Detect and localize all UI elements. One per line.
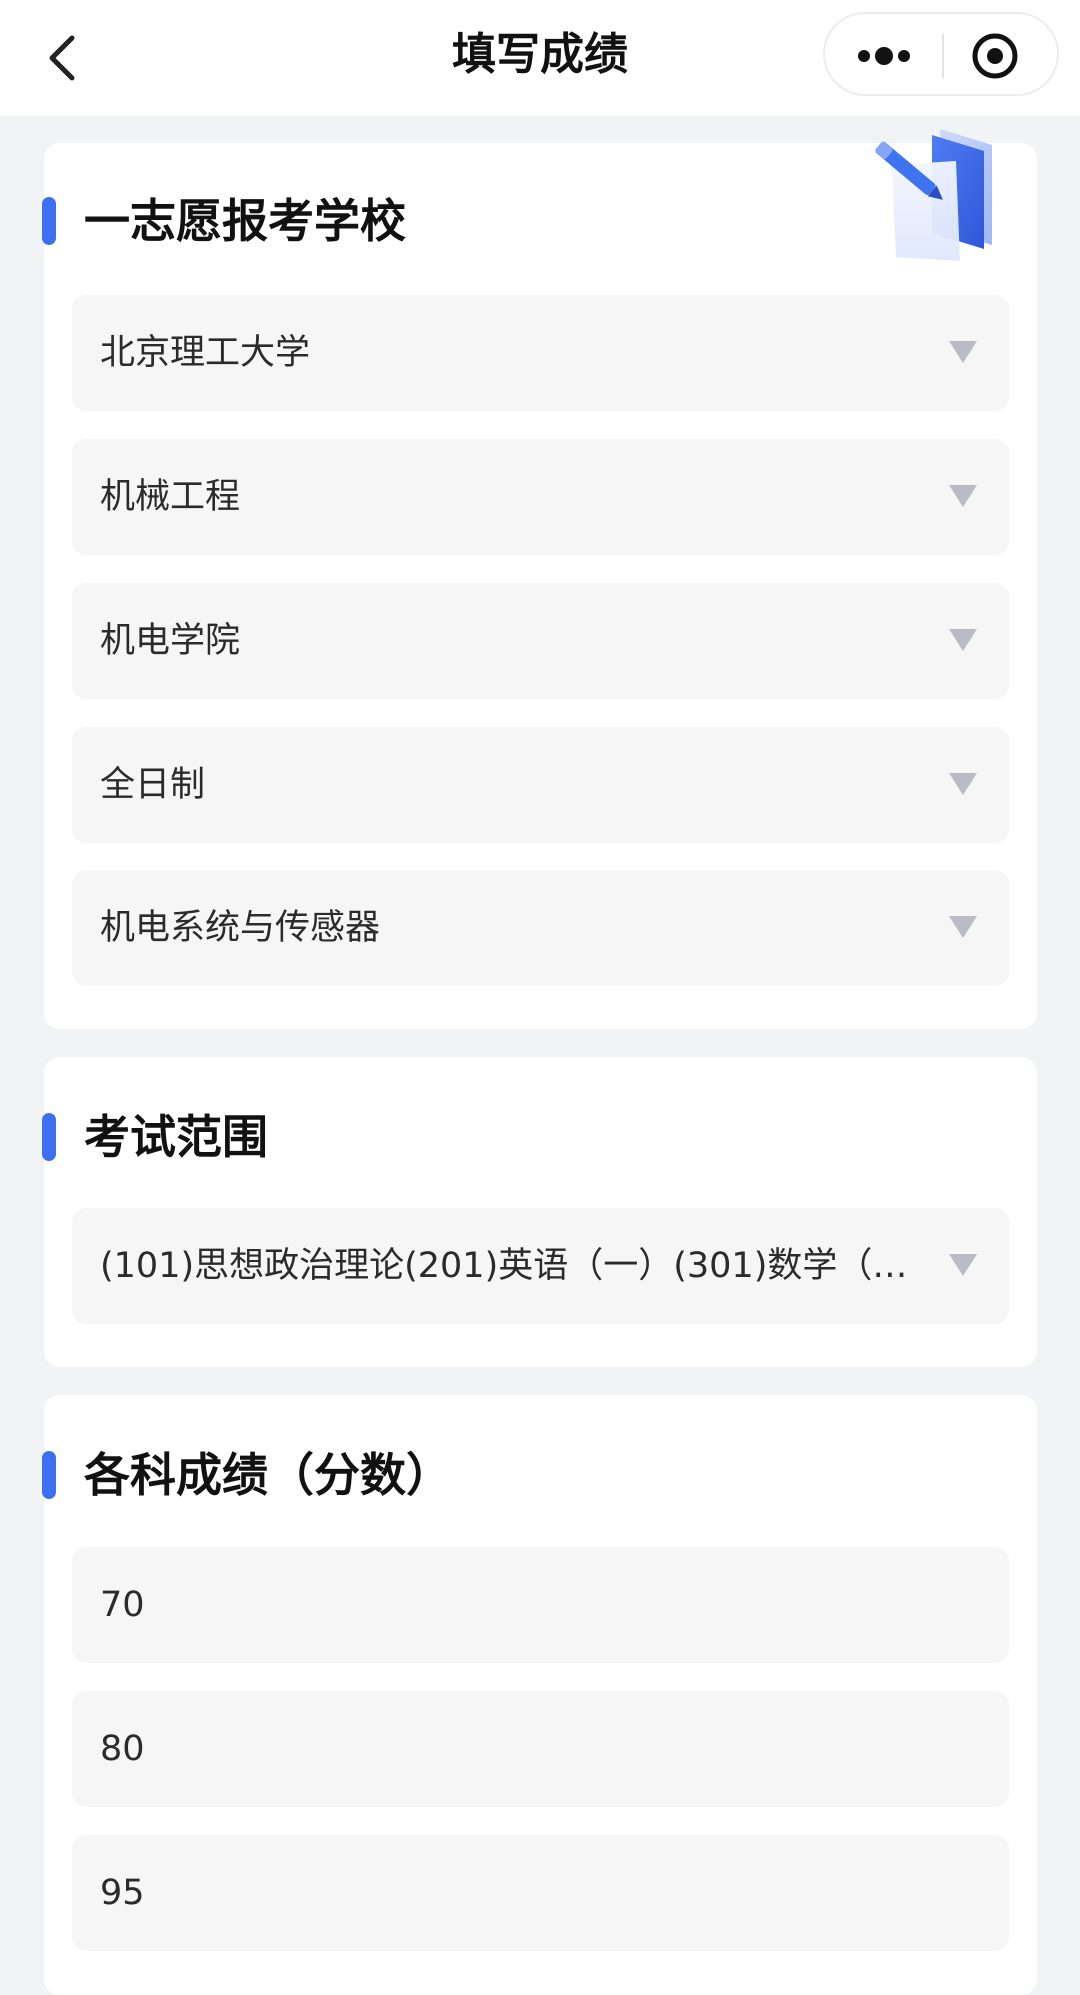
scores-card: 各科成绩（分数） 70 80 95 bbox=[42, 1395, 1037, 1995]
score-input-3-value: 95 bbox=[100, 1873, 145, 1913]
section-title-scores: 各科成绩（分数） bbox=[84, 1448, 452, 1502]
school-choice-card: 一志愿报考学校 北京理工大学 机械工程 机电学院 全日制 机电系统与传感器 bbox=[42, 129, 1037, 1029]
section-title-school: 一志愿报考学校 bbox=[84, 194, 406, 248]
dropdown-caret-icon bbox=[949, 341, 977, 363]
research-direction-select-value: 机电系统与传感器 bbox=[100, 908, 381, 948]
dropdown-caret-icon bbox=[949, 629, 977, 651]
school-select-value: 北京理工大学 bbox=[100, 333, 311, 373]
study-mode-select-value: 全日制 bbox=[100, 765, 206, 805]
section-accent-bar bbox=[42, 1113, 56, 1161]
score-input-2[interactable]: 80 bbox=[72, 1691, 1009, 1807]
more-dots-icon[interactable] bbox=[851, 34, 921, 78]
capsule-divider bbox=[942, 34, 944, 78]
dropdown-caret-icon bbox=[949, 773, 977, 795]
school-select[interactable]: 北京理工大学 bbox=[72, 295, 1009, 411]
college-select-value: 机电学院 bbox=[100, 621, 241, 661]
score-input-1-value: 70 bbox=[100, 1585, 145, 1625]
score-input-2-value: 80 bbox=[100, 1729, 145, 1769]
section-header-school: 一志愿报考学校 bbox=[42, 191, 1037, 251]
study-mode-select[interactable]: 全日制 bbox=[72, 727, 1009, 843]
dropdown-caret-icon bbox=[949, 1254, 977, 1276]
target-circle-icon[interactable] bbox=[969, 30, 1021, 82]
dropdown-caret-icon bbox=[949, 916, 977, 938]
exam-scope-card: 考试范围 (101)思想政治理论(201)英语（一）(301)数学（一… bbox=[42, 1057, 1037, 1367]
exam-scope-select-value: (101)思想政治理论(201)英语（一）(301)数学（一… bbox=[100, 1246, 940, 1286]
score-input-3[interactable]: 95 bbox=[72, 1835, 1009, 1951]
college-select[interactable]: 机电学院 bbox=[72, 583, 1009, 699]
mini-program-capsule bbox=[823, 12, 1059, 96]
research-direction-select[interactable]: 机电系统与传感器 bbox=[72, 870, 1009, 986]
dropdown-caret-icon bbox=[949, 485, 977, 507]
section-header-exam: 考试范围 bbox=[42, 1107, 1037, 1167]
section-title-exam: 考试范围 bbox=[84, 1110, 268, 1164]
section-accent-bar bbox=[42, 197, 56, 245]
major-select-value: 机械工程 bbox=[100, 477, 241, 517]
section-accent-bar bbox=[42, 1451, 56, 1499]
score-input-1[interactable]: 70 bbox=[72, 1547, 1009, 1663]
section-header-scores: 各科成绩（分数） bbox=[42, 1445, 1037, 1505]
exam-scope-select[interactable]: (101)思想政治理论(201)英语（一）(301)数学（一… bbox=[72, 1208, 1009, 1324]
major-select[interactable]: 机械工程 bbox=[72, 439, 1009, 555]
nav-bar: 填写成绩 bbox=[0, 0, 1080, 116]
